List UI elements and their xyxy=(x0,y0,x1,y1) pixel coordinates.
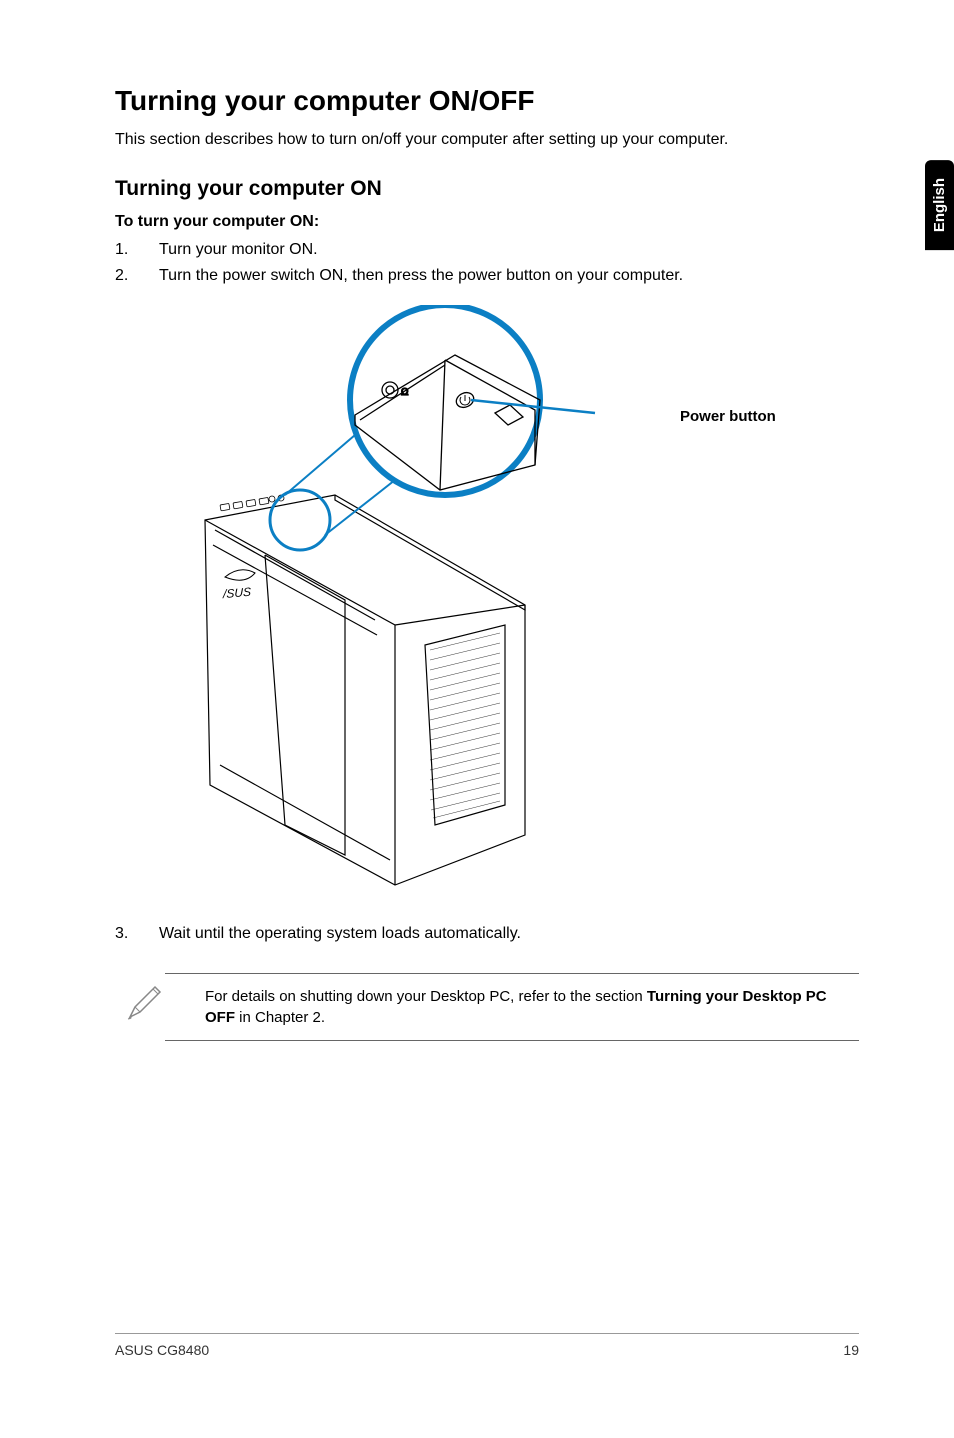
page-footer: ASUS CG8480 19 xyxy=(115,1333,859,1358)
subhead: To turn your computer ON: xyxy=(115,213,859,231)
footer-model: ASUS CG8480 xyxy=(115,1342,209,1358)
steps-list-continued: 3. Wait until the operating system loads… xyxy=(115,925,859,943)
step-text: Wait until the operating system loads au… xyxy=(159,925,521,943)
step-number: 2. xyxy=(115,267,159,285)
step-number: 3. xyxy=(115,925,159,943)
step-text: Turn the power switch ON, then press the… xyxy=(159,267,683,285)
step-number: 1. xyxy=(115,241,159,259)
section-title: Turning your computer ON xyxy=(115,177,859,201)
page-content: Turning your computer ON/OFF This sectio… xyxy=(0,0,954,1041)
power-button-label: Power button xyxy=(680,408,776,425)
language-tab: English xyxy=(925,160,954,250)
note-box: For details on shutting down your Deskto… xyxy=(165,973,859,1041)
note-suffix: in Chapter 2. xyxy=(235,1009,325,1026)
diagram-area: /SUS Ω xyxy=(115,305,859,895)
note-prefix: For details on shutting down your Deskto… xyxy=(205,988,647,1005)
computer-diagram: /SUS Ω xyxy=(145,305,765,895)
steps-list: 1. Turn your monitor ON. 2. Turn the pow… xyxy=(115,241,859,285)
intro-text: This section describes how to turn on/of… xyxy=(115,131,859,149)
page-title: Turning your computer ON/OFF xyxy=(115,85,859,117)
svg-text:Ω: Ω xyxy=(401,387,409,398)
step-item: 3. Wait until the operating system loads… xyxy=(115,925,859,943)
footer-page-number: 19 xyxy=(843,1342,859,1358)
svg-text:/SUS: /SUS xyxy=(222,585,251,602)
step-text: Turn your monitor ON. xyxy=(159,241,318,259)
pencil-icon xyxy=(125,982,165,1022)
step-item: 2. Turn the power switch ON, then press … xyxy=(115,267,859,285)
step-item: 1. Turn your monitor ON. xyxy=(115,241,859,259)
